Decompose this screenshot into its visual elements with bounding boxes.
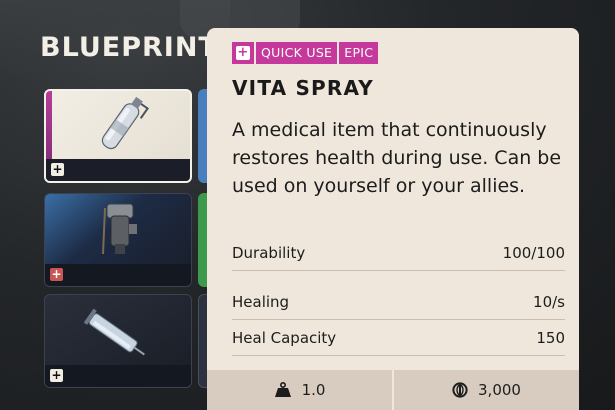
medical-cross-icon: + <box>51 162 64 176</box>
card-footer <box>46 159 190 181</box>
card-thumbnail <box>46 91 190 163</box>
item-footer: 1.0 3,000 <box>207 370 579 410</box>
item-weight: 1.0 <box>301 381 326 399</box>
price-cell: 3,000 <box>392 370 579 410</box>
stat-value: 10/s <box>533 292 565 311</box>
syringe-icon <box>83 308 145 356</box>
stat-value: 100/100 <box>502 243 565 262</box>
stat-label: Durability <box>232 243 306 262</box>
medical-cross-icon: + <box>50 368 63 382</box>
stat-row-healing: Healing 10/s <box>232 284 565 320</box>
blueprint-card-injector[interactable]: + <box>44 193 192 287</box>
blueprint-card-vita-spray[interactable]: + <box>44 89 192 183</box>
item-tooltip: + QUICK USE EPIC VITA SPRAY A medical it… <box>207 28 579 410</box>
medical-cross-icon: + <box>232 42 254 64</box>
coin-icon <box>452 382 468 398</box>
stat-value: 150 <box>536 328 565 347</box>
tag-quick-use: QUICK USE <box>256 42 338 64</box>
card-thumbnail <box>45 295 191 367</box>
stat-label: Healing <box>232 292 290 311</box>
item-price: 3,000 <box>478 381 521 399</box>
stat-row-heal-capacity: Heal Capacity 150 <box>232 320 565 356</box>
card-footer <box>45 365 191 387</box>
item-tags: + QUICK USE EPIC <box>232 42 379 64</box>
stat-row-durability: Durability 100/100 <box>232 235 565 271</box>
section-title: BLUEPRINT <box>40 32 210 63</box>
card-footer <box>45 264 191 286</box>
item-description: A medical item that continuously restore… <box>232 119 562 197</box>
vita-spray-icon <box>101 96 150 150</box>
blueprint-card-syringe[interactable]: + <box>44 294 192 388</box>
tag-rarity: EPIC <box>339 42 379 64</box>
medical-cross-icon: + <box>50 267 63 281</box>
card-thumbnail <box>45 194 191 266</box>
weight-cell: 1.0 <box>207 370 392 410</box>
weight-icon <box>274 382 291 397</box>
injector-device-icon <box>102 203 137 255</box>
item-name: VITA SPRAY <box>232 76 374 100</box>
stat-label: Heal Capacity <box>232 328 337 347</box>
